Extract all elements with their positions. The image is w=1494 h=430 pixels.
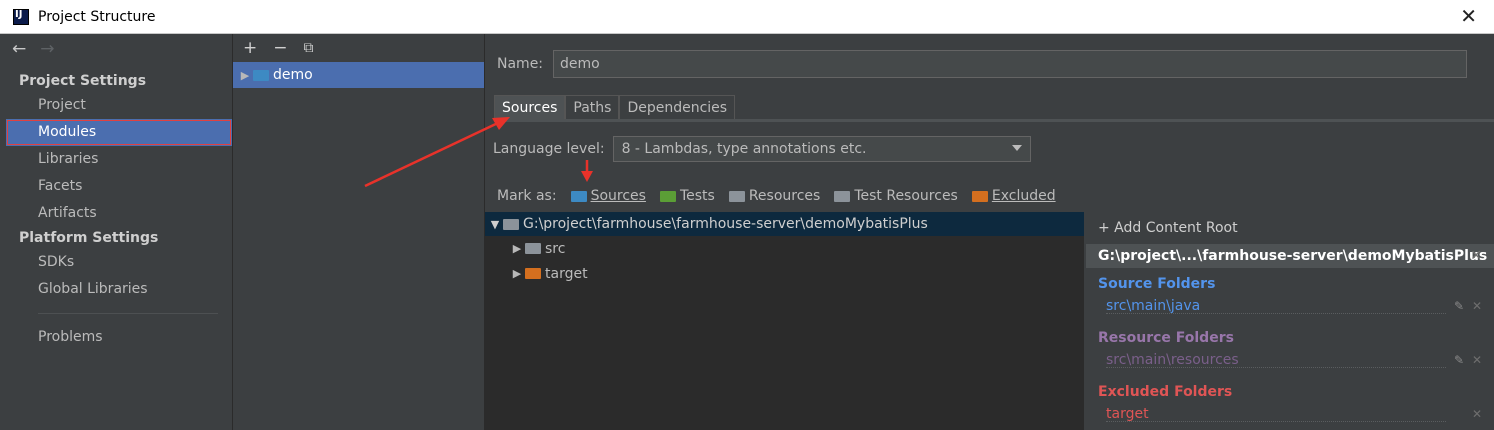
platform-settings-header: Platform Settings [19, 230, 159, 246]
language-level-label: Language level: [493, 141, 605, 157]
src-folder-icon [525, 243, 541, 254]
module-tabs: Sources Paths Dependencies [494, 95, 736, 119]
sources-folder-icon [570, 190, 587, 202]
name-label: Name: [497, 56, 544, 72]
modules-list-panel: + − ⧉ ▶ demo [233, 34, 485, 430]
module-detail-panel: Name: Sources Paths Dependencies Languag… [485, 34, 1494, 430]
remove-icon[interactable]: ✕ [1472, 299, 1482, 313]
forward-arrow-icon[interactable]: → [40, 39, 54, 59]
back-arrow-icon[interactable]: ← [12, 39, 26, 59]
language-level-row: Language level: 8 - Lambdas, type annota… [493, 136, 1031, 162]
module-label: demo [273, 67, 313, 83]
excluded-folder-path: target [1106, 406, 1149, 422]
resources-folder-icon [728, 190, 745, 202]
resource-folders-title: Resource Folders [1098, 330, 1234, 346]
mark-sources-label: Sources [590, 188, 646, 204]
edit-icon[interactable]: ✎ [1454, 353, 1464, 367]
close-icon[interactable]: ✕ [1460, 6, 1477, 26]
source-folder-entry[interactable]: src\main\java ✎ ✕ [1086, 296, 1494, 316]
sidebar-item-libraries[interactable]: Libraries [0, 146, 232, 173]
add-module-icon[interactable]: + [243, 38, 257, 58]
tests-folder-icon [659, 190, 676, 202]
remove-icon[interactable]: ✕ [1472, 353, 1482, 367]
source-folders-title: Source Folders [1098, 276, 1216, 292]
project-settings-header: Project Settings [19, 73, 147, 89]
window-title: Project Structure [38, 8, 156, 25]
test-resources-folder-icon [834, 190, 851, 202]
content-root-path-label: G:\project\...\farmhouse-server\demoMyba… [1098, 248, 1488, 264]
collapse-arrow-icon[interactable]: ▼ [487, 218, 503, 231]
sidebar-divider [38, 313, 218, 314]
remove-module-icon[interactable]: − [273, 38, 287, 58]
dotted-leader [1106, 367, 1446, 368]
mark-excluded-button[interactable]: Excluded [971, 188, 1056, 204]
target-folder-icon [525, 268, 541, 279]
resource-folder-entry[interactable]: src\main\resources ✎ ✕ [1086, 350, 1494, 370]
mark-tests-button[interactable]: Tests [659, 188, 715, 204]
root-folder-icon [503, 218, 519, 230]
name-row: Name: [497, 50, 1468, 78]
resource-folder-path: src\main\resources [1106, 352, 1239, 368]
mark-test-resources-button[interactable]: Test Resources [834, 188, 958, 204]
tree-label-target: target [545, 265, 588, 282]
mark-tests-label: Tests [679, 188, 715, 204]
mark-as-label: Mark as: [497, 188, 557, 204]
dotted-leader [1106, 313, 1446, 314]
module-folder-icon [253, 69, 269, 81]
tab-sources[interactable]: Sources [494, 95, 566, 119]
content-root-details: + Add Content Root G:\project\...\farmho… [1086, 212, 1494, 430]
expand-arrow-icon[interactable]: ▶ [509, 267, 525, 280]
content-root-path: G:\project\farmhouse\farmhouse-server\de… [523, 216, 928, 232]
modules-toolbar: + − ⧉ [233, 34, 484, 62]
edit-icon[interactable]: ✎ [1454, 299, 1464, 313]
excluded-folders-title: Excluded Folders [1098, 384, 1233, 400]
sidebar-item-facets[interactable]: Facets [0, 173, 232, 200]
language-level-value: 8 - Lambdas, type annotations etc. [621, 141, 867, 157]
mark-test-resources-label: Test Resources [854, 188, 958, 204]
sidebar-item-modules[interactable]: Modules [6, 119, 232, 146]
content-root-row[interactable]: ▼ G:\project\farmhouse\farmhouse-server\… [485, 212, 1084, 236]
mark-resources-button[interactable]: Resources [728, 188, 821, 204]
tree-row-target[interactable]: ▶ target [485, 261, 1084, 286]
mark-excluded-label: Excluded [991, 188, 1056, 204]
chevron-down-icon [1011, 145, 1022, 151]
source-folder-path: src\main\java [1106, 298, 1201, 314]
remove-icon[interactable]: ✕ [1472, 407, 1482, 421]
content-root-path-header: G:\project\...\farmhouse-server\demoMyba… [1086, 244, 1494, 268]
expand-arrow-icon[interactable]: ▶ [509, 242, 525, 255]
settings-sidebar: ← → Project Settings Project Modules Lib… [0, 34, 233, 430]
nav-arrows: ← → [0, 34, 232, 64]
sidebar-item-problems[interactable]: Problems [0, 324, 232, 351]
module-item-demo[interactable]: ▶ demo [233, 62, 484, 88]
tree-row-src[interactable]: ▶ src [485, 236, 1084, 261]
module-name-input[interactable] [553, 50, 1468, 78]
project-structure-window: Project Structure ✕ ← → Project Settings… [0, 0, 1494, 430]
tree-label-src: src [545, 240, 566, 257]
tab-dependencies[interactable]: Dependencies [619, 95, 736, 119]
copy-module-icon[interactable]: ⧉ [304, 40, 314, 56]
excluded-folder-icon [971, 190, 988, 202]
remove-root-icon[interactable]: ✕ [1470, 248, 1482, 264]
sidebar-item-sdks[interactable]: SDKs [0, 249, 232, 276]
mark-resources-label: Resources [748, 188, 821, 204]
sidebar-item-global-libraries[interactable]: Global Libraries [0, 276, 232, 303]
tab-underline [494, 119, 1494, 122]
sidebar-item-artifacts[interactable]: Artifacts [0, 200, 232, 227]
tab-paths[interactable]: Paths [565, 95, 620, 119]
dotted-leader [1106, 421, 1446, 422]
add-content-root-button[interactable]: + Add Content Root [1086, 212, 1494, 244]
sidebar-item-project[interactable]: Project [0, 92, 232, 119]
content-root-tree: ▼ G:\project\farmhouse\farmhouse-server\… [485, 212, 1084, 430]
language-level-select[interactable]: 8 - Lambdas, type annotations etc. [612, 136, 1031, 162]
title-bar: Project Structure ✕ [0, 0, 1494, 34]
expand-arrow-icon[interactable]: ▶ [237, 69, 253, 82]
intellij-app-icon [13, 8, 29, 25]
mark-as-row: Mark as: Sources Tests Resources Test Re… [497, 188, 1056, 204]
mark-sources-button[interactable]: Sources [570, 188, 646, 204]
excluded-folder-entry[interactable]: target ✕ [1086, 404, 1494, 424]
